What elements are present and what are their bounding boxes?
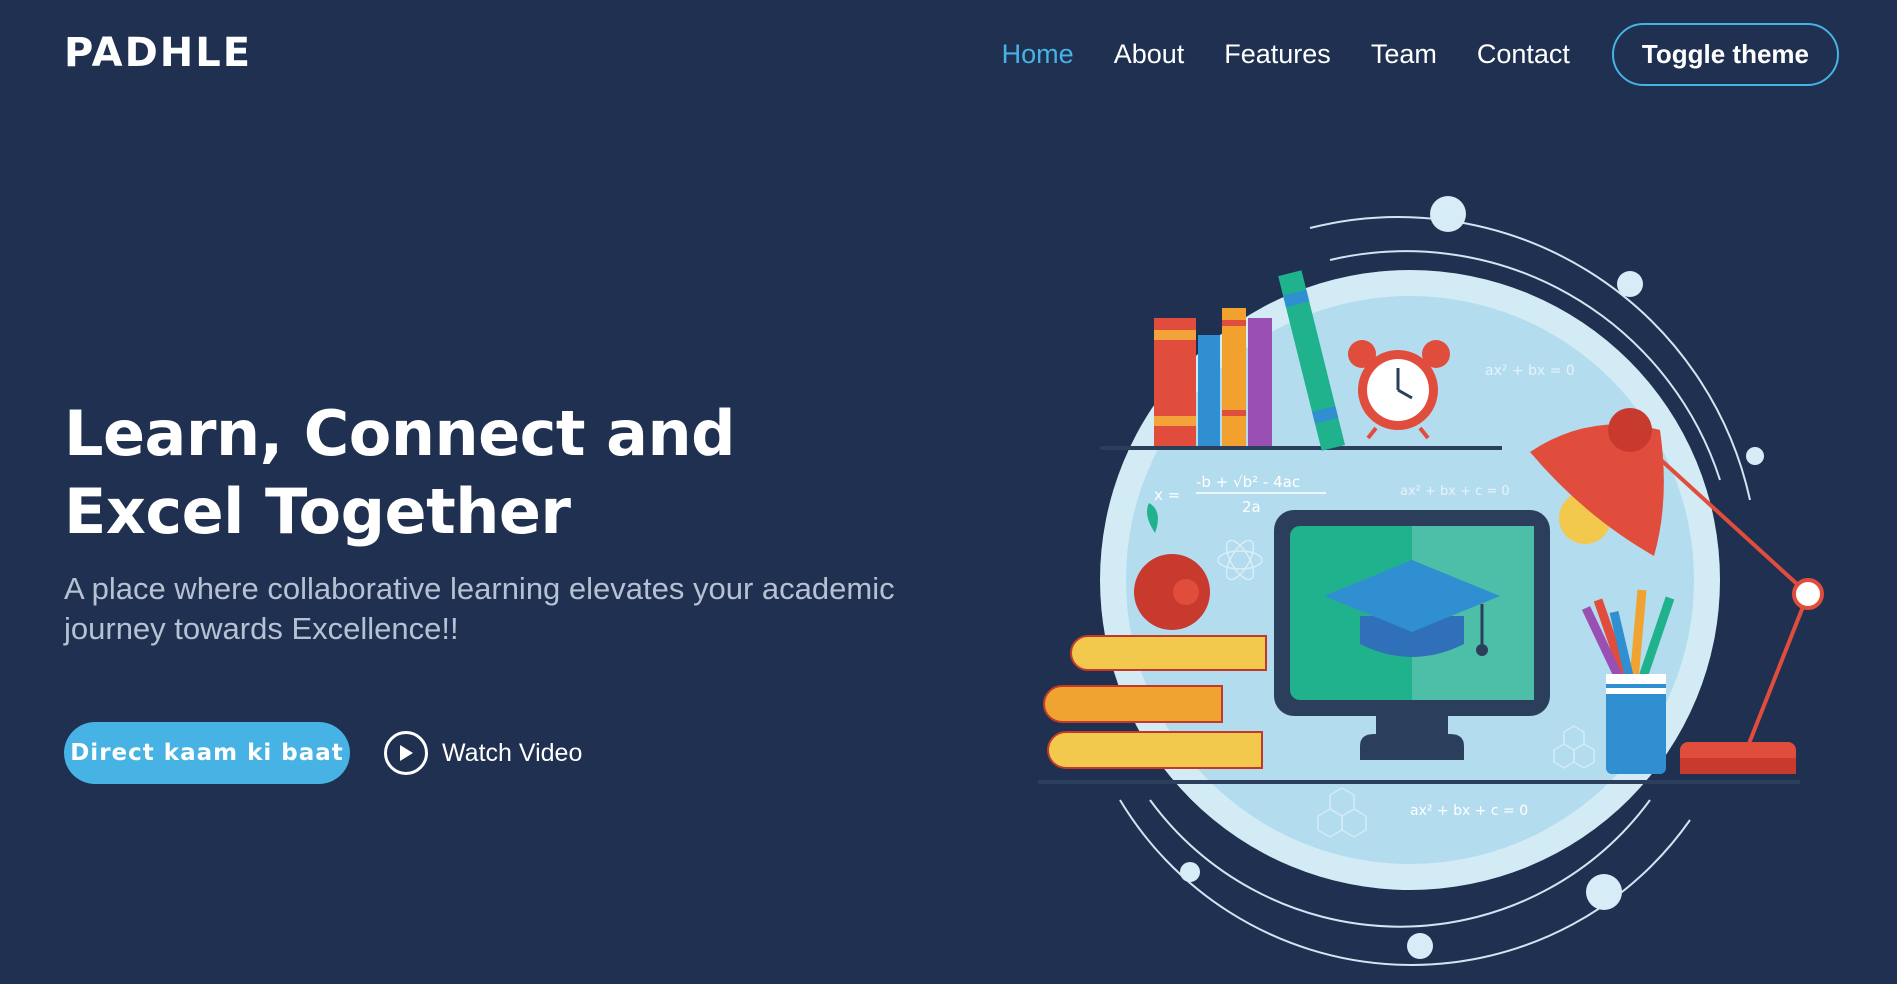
nav-menu: Home About Features Team Contact Toggle … xyxy=(962,23,1839,86)
hero-actions: Direct kaam ki baat Watch Video xyxy=(64,722,582,784)
nav-link-contact[interactable]: Contact xyxy=(1477,39,1570,70)
formula-numerator: -b + √b² - 4ac xyxy=(1196,473,1300,491)
get-started-button[interactable]: Direct kaam ki baat xyxy=(64,722,350,784)
formula-denominator: 2a xyxy=(1242,498,1261,516)
hero-section: Learn, Connect and Excel Together A plac… xyxy=(64,395,964,649)
hero-headline-line1: Learn, Connect and xyxy=(64,397,736,470)
education-illustration: ax² + bx = 0 ax² + bx + c = 0 ax² + bx +… xyxy=(1038,196,1824,966)
hero-headline-line2: Excel Together xyxy=(64,475,571,548)
nav-link-about[interactable]: About xyxy=(1114,39,1185,70)
hero-headline: Learn, Connect and Excel Together xyxy=(64,395,964,551)
formula-lhs: x = xyxy=(1154,486,1180,504)
equation-2: ax² + bx + c = 0 xyxy=(1400,484,1510,499)
nav-link-team[interactable]: Team xyxy=(1371,39,1437,70)
play-icon[interactable] xyxy=(384,731,428,775)
toggle-theme-button[interactable]: Toggle theme xyxy=(1611,23,1839,86)
hero-illustration: ax² + bx = 0 ax² + bx + c = 0 ax² + bx +… xyxy=(1030,180,1860,970)
watch-video-link[interactable]: Watch Video xyxy=(384,731,582,775)
watch-video-label[interactable]: Watch Video xyxy=(442,739,582,768)
equation-3: ax² + bx + c = 0 xyxy=(1410,803,1528,819)
nav-link-home[interactable]: Home xyxy=(1002,39,1074,70)
nav-link-features[interactable]: Features xyxy=(1224,39,1331,70)
navbar: PADHLE Home About Features Team Contact … xyxy=(0,0,1897,110)
logo[interactable]: PADHLE xyxy=(64,30,252,76)
equation-1: ax² + bx = 0 xyxy=(1485,363,1575,379)
hero-subtext: A place where collaborative learning ele… xyxy=(64,571,895,646)
